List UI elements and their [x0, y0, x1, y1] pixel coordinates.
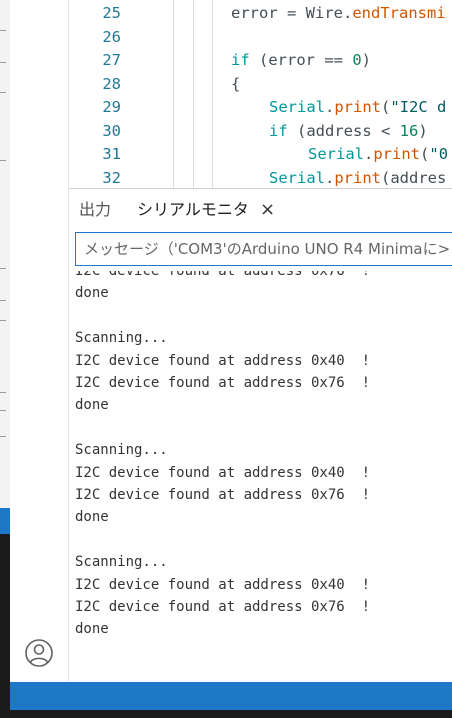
line-number: 30: [102, 121, 121, 140]
code-token: Serial: [308, 145, 364, 163]
code-token: if: [231, 51, 250, 69]
code-line: 28 {: [69, 73, 452, 97]
output-line: I2C device found at address 0x76 !: [75, 599, 371, 615]
code-token: (address <: [287, 121, 400, 140]
line-number: 25: [102, 4, 121, 22]
code-token: .: [325, 98, 335, 116]
strip-mark: [0, 268, 6, 269]
line-number: 31: [102, 145, 121, 163]
strip-mark: [0, 160, 6, 161]
account-icon[interactable]: [24, 638, 54, 668]
strip-mark: [0, 436, 6, 437]
output-line: I2C device found at address 0x76 !: [75, 375, 371, 391]
account-icon-graphic: [25, 639, 53, 667]
line-number: 28: [102, 74, 121, 93]
code-token: print: [334, 168, 382, 187]
code-text: if (error == 0): [231, 49, 371, 73]
code-line: 25 error = Wire.endTransmi: [69, 2, 452, 26]
status-bar: [10, 682, 452, 710]
strip-taskbar: [0, 534, 10, 718]
line-number: 27: [102, 51, 121, 69]
output-line: I2C device found at address 0x40 !: [75, 352, 371, 369]
code-token: (error ==: [249, 51, 353, 69]
code-token: Serial: [269, 98, 325, 116]
line-number: 29: [102, 98, 121, 116]
tab-serial-monitor[interactable]: シリアルモニタ: [137, 199, 249, 221]
background-window-strip: [0, 0, 10, 718]
code-token: (: [381, 98, 391, 116]
output-line: done: [75, 509, 109, 526]
code-token: (: [420, 145, 430, 163]
code-text: error = Wire.endTransmi: [231, 2, 446, 26]
output-line: I2C device found at address 0x40 !: [75, 464, 371, 481]
strip-mark: [0, 30, 6, 31]
serial-output: I2C device found at address 0x76 ! done Sc…: [69, 267, 452, 683]
activity-bar: [10, 0, 69, 682]
strip-mark: [0, 410, 6, 411]
output-line: I2C device found at address 0x40 !: [75, 576, 371, 593]
strip-status: [0, 508, 10, 534]
taskbar-edge: [0, 710, 452, 718]
code-token: if: [269, 121, 288, 140]
code-line: 27 if (error == 0): [69, 49, 452, 73]
serial-message-input[interactable]: [75, 232, 452, 266]
code-token: print: [373, 145, 421, 163]
code-token: (addres: [381, 168, 447, 187]
line-number: 26: [102, 27, 121, 46]
output-line: done: [75, 621, 109, 638]
code-line: 31 Serial.print("0: [69, 143, 452, 167]
code-line: 26: [69, 26, 452, 50]
code-editor[interactable]: 25 error = Wire.endTransmi 26 27 if (error =…: [69, 0, 452, 188]
output-line: Scanning...: [75, 442, 168, 459]
code-token: ): [361, 51, 372, 69]
code-token: {: [231, 74, 241, 93]
code-token: endTransmi: [352, 4, 446, 22]
code-token: print: [334, 98, 382, 116]
strip-mark: [0, 320, 6, 321]
code-token: "I2C d: [390, 98, 447, 116]
tab-output[interactable]: 出力: [79, 199, 111, 221]
code-token: Serial: [269, 168, 325, 187]
code-line: 29 Serial.print("I2C d: [69, 96, 452, 120]
code-token: .: [364, 145, 374, 163]
output-line: I2C device found at address 0x76 !: [75, 487, 371, 503]
code-token: 0: [352, 51, 362, 69]
code-text: {: [231, 73, 240, 97]
close-icon[interactable]: ×: [260, 199, 275, 221]
output-line: done: [75, 397, 109, 414]
code-token: 16: [399, 121, 419, 140]
code-token: ): [418, 121, 428, 140]
code-text: Serial.print("I2C d: [269, 96, 446, 120]
output-line: done: [75, 285, 109, 302]
output-line: I2C device found at address 0x76 !: [75, 267, 371, 279]
line-number: 32: [102, 168, 121, 187]
strip-mark: [0, 392, 6, 393]
code-line: 32 Serial.print(addres: [69, 167, 452, 189]
code-line: 30 if (address < 16): [69, 120, 452, 144]
output-line: Scanning...: [75, 554, 168, 571]
code-token: "0: [429, 145, 449, 163]
strip-mark: [0, 92, 6, 93]
bottom-panel: 出力 シリアルモニタ × I2C device found at address…: [69, 188, 452, 683]
code-text: Serial.print("0: [308, 143, 448, 167]
code-text: if (address < 16): [269, 120, 428, 144]
code-token: error = Wire.: [231, 4, 353, 22]
output-line: Scanning...: [75, 330, 168, 347]
strip-mark: [0, 62, 6, 63]
panel-tabs: 出力 シリアルモニタ ×: [69, 189, 452, 231]
strip-mark: [0, 300, 6, 301]
code-token: .: [325, 168, 335, 187]
code-text: Serial.print(addres: [269, 167, 446, 189]
